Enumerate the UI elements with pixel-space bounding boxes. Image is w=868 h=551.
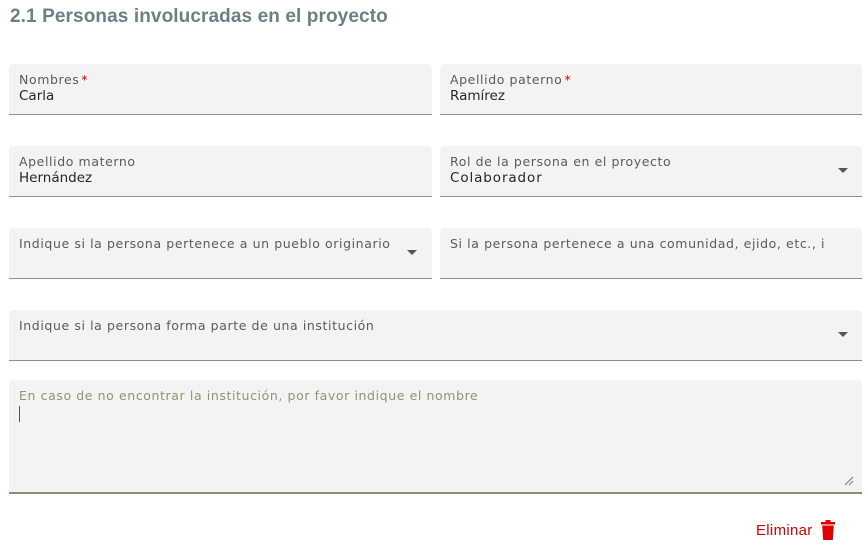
text-cursor	[19, 406, 20, 422]
delete-button[interactable]: Eliminar	[756, 520, 835, 540]
nombres-field[interactable]: Nombres * Carla	[9, 64, 432, 115]
comunidad-field[interactable]: Si la persona pertenece a una comunidad,…	[440, 228, 862, 279]
delete-label: Eliminar	[756, 521, 813, 539]
apellido-paterno-value[interactable]: Ramírez	[450, 88, 505, 104]
apellido-materno-label: Apellido materno	[19, 154, 136, 169]
nombres-label: Nombres *	[19, 72, 89, 87]
resize-handle-icon[interactable]	[844, 476, 854, 486]
rol-select[interactable]: Rol de la persona en el proyecto Colabor…	[440, 146, 862, 197]
chevron-down-icon[interactable]	[838, 168, 848, 173]
required-mark: *	[564, 72, 572, 87]
apellido-materno-field[interactable]: Apellido materno Hernández	[9, 146, 432, 197]
apellido-paterno-field[interactable]: Apellido paterno * Ramírez	[440, 64, 862, 115]
rol-value[interactable]: Colaborador	[450, 170, 543, 186]
form-section: 2.1 Personas involucradas en el proyecto…	[0, 0, 868, 551]
pueblo-originario-label: Indique si la persona pertenece a un pue…	[19, 236, 391, 251]
apellido-paterno-label: Apellido paterno *	[450, 72, 572, 87]
institucion-label: Indique si la persona forma parte de una…	[19, 318, 375, 333]
apellido-materno-value[interactable]: Hernández	[19, 170, 92, 186]
section-title: 2.1 Personas involucradas en el proyecto	[10, 6, 388, 27]
pueblo-originario-select[interactable]: Indique si la persona pertenece a un pue…	[9, 228, 432, 279]
comunidad-label: Si la persona pertenece a una comunidad,…	[450, 236, 826, 251]
institucion-nombre-label: En caso de no encontrar la institución, …	[19, 388, 479, 403]
nombres-value[interactable]: Carla	[19, 88, 54, 104]
chevron-down-icon[interactable]	[407, 250, 417, 255]
required-mark: *	[81, 72, 89, 87]
institucion-nombre-textarea[interactable]: En caso de no encontrar la institución, …	[9, 380, 862, 494]
institucion-select[interactable]: Indique si la persona forma parte de una…	[9, 310, 862, 361]
chevron-down-icon[interactable]	[838, 332, 848, 337]
trash-icon[interactable]	[820, 520, 835, 540]
rol-label: Rol de la persona en el proyecto	[450, 154, 672, 169]
